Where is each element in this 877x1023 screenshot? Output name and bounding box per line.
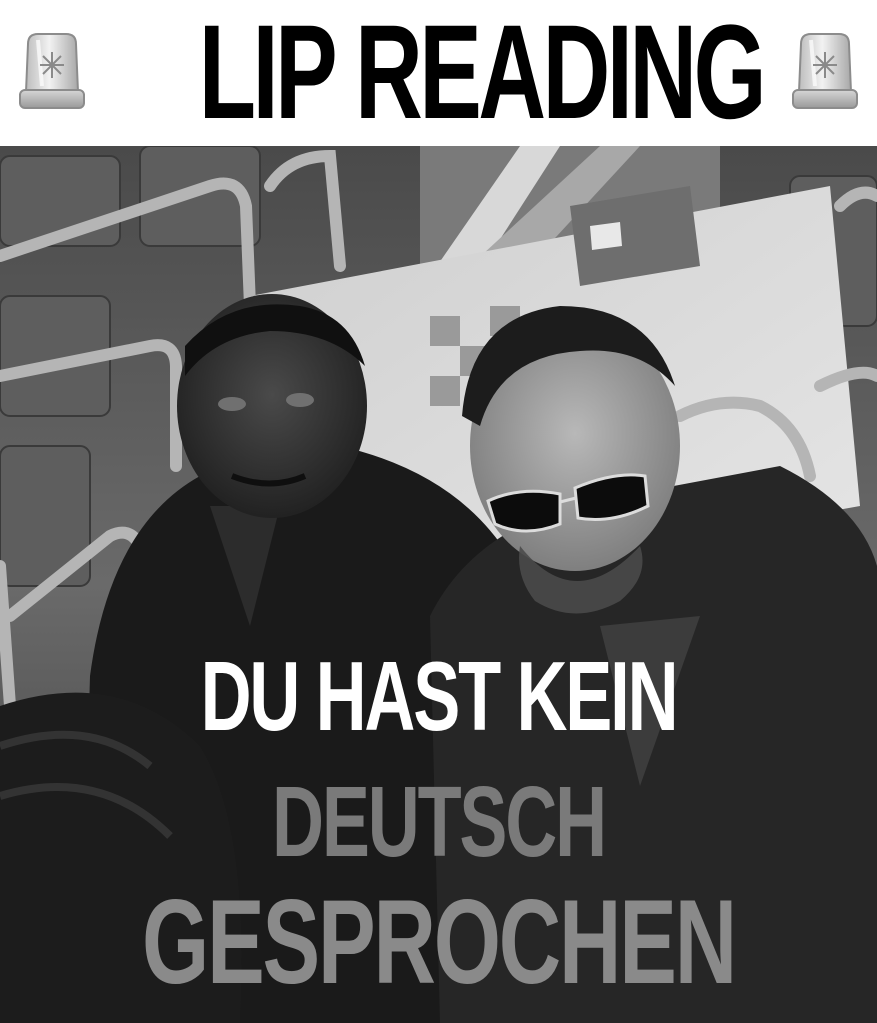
header-bar: LIP READING	[0, 0, 877, 146]
siren-light-icon	[789, 30, 861, 116]
caption-line-1: DU HAST KEIN	[200, 641, 679, 751]
page-title: LIP READING	[198, 0, 767, 147]
siren-light-icon	[16, 30, 88, 116]
meme-image: LIP READING DU HAST KEIN DEUTSCH GESPROC…	[0, 0, 877, 1023]
caption-line-3: GESPROCHEN	[142, 875, 737, 1009]
caption-line-2: DEUTSCH	[272, 766, 607, 878]
